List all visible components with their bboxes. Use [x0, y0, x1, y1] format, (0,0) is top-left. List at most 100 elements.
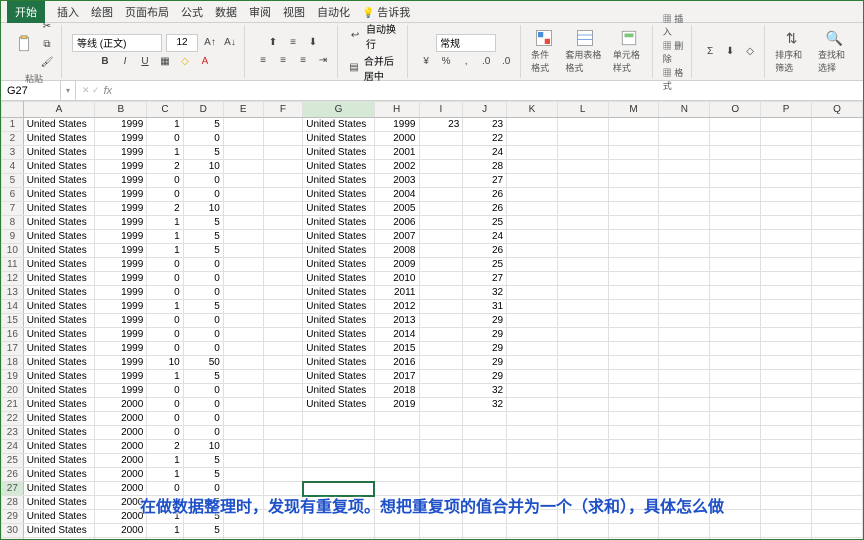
cell[interactable]: [710, 412, 761, 426]
cell[interactable]: [608, 314, 659, 328]
cell[interactable]: [507, 314, 558, 328]
cell[interactable]: [223, 510, 263, 524]
name-box-dropdown-icon[interactable]: ▾: [61, 86, 75, 95]
cell[interactable]: [263, 524, 303, 538]
cell[interactable]: 1999: [95, 370, 147, 384]
font-color-icon[interactable]: A: [197, 54, 213, 70]
cell[interactable]: [659, 216, 710, 230]
cell[interactable]: [659, 244, 710, 258]
cell[interactable]: [710, 314, 761, 328]
cell[interactable]: [659, 118, 710, 132]
cell[interactable]: 2: [147, 202, 183, 216]
cell[interactable]: [223, 146, 263, 160]
cell[interactable]: [811, 132, 862, 146]
cell[interactable]: [263, 412, 303, 426]
currency-icon[interactable]: ¥: [418, 54, 434, 70]
cell[interactable]: [710, 300, 761, 314]
cell[interactable]: 2015: [374, 342, 419, 356]
cell[interactable]: 10: [183, 202, 223, 216]
find-select-button[interactable]: 🔍查找和选择: [818, 30, 851, 74]
cell[interactable]: 2011: [374, 286, 419, 300]
cell[interactable]: [761, 496, 812, 510]
row-header[interactable]: 23: [2, 426, 24, 440]
cell[interactable]: [223, 468, 263, 482]
format-cells-button[interactable]: ▦ 格式: [663, 66, 685, 92]
cell[interactable]: [761, 300, 812, 314]
row-header[interactable]: 24: [2, 440, 24, 454]
cell[interactable]: 0: [183, 384, 223, 398]
clear-icon[interactable]: ◇: [742, 44, 758, 60]
font-name-select[interactable]: [72, 34, 162, 52]
cell[interactable]: [811, 510, 862, 524]
cell[interactable]: [263, 146, 303, 160]
indent-icon[interactable]: ⇥: [315, 53, 331, 69]
cell[interactable]: [608, 328, 659, 342]
cell[interactable]: [557, 412, 608, 426]
cell[interactable]: [223, 230, 263, 244]
cell[interactable]: [263, 244, 303, 258]
cell[interactable]: [557, 384, 608, 398]
cell[interactable]: [761, 160, 812, 174]
cell[interactable]: 1999: [95, 258, 147, 272]
delete-cells-button[interactable]: ▦ 删除: [663, 39, 685, 65]
col-header-F[interactable]: F: [263, 102, 303, 118]
cell[interactable]: [811, 118, 862, 132]
table-format-button[interactable]: 套用表格格式: [565, 29, 604, 74]
cell[interactable]: 5: [183, 496, 223, 510]
border-icon[interactable]: ▦: [157, 54, 173, 70]
cell[interactable]: [419, 440, 463, 454]
cell[interactable]: [659, 440, 710, 454]
cell[interactable]: United States: [303, 356, 375, 370]
cell[interactable]: 2018: [374, 384, 419, 398]
cell[interactable]: 5: [183, 244, 223, 258]
cell[interactable]: [223, 286, 263, 300]
cell[interactable]: [710, 356, 761, 370]
cell[interactable]: [463, 510, 507, 524]
cell[interactable]: 1999: [95, 188, 147, 202]
cell[interactable]: [811, 286, 862, 300]
cell[interactable]: [419, 510, 463, 524]
cell[interactable]: 1: [147, 510, 183, 524]
cell[interactable]: [507, 188, 558, 202]
cell[interactable]: 2000: [95, 524, 147, 538]
cell[interactable]: [374, 482, 419, 496]
cell[interactable]: [263, 174, 303, 188]
cell[interactable]: 1999: [95, 118, 147, 132]
menu-tab-4[interactable]: 公式: [181, 4, 203, 20]
cell[interactable]: 29: [463, 356, 507, 370]
cell[interactable]: [223, 314, 263, 328]
cell[interactable]: [608, 244, 659, 258]
cell[interactable]: [419, 384, 463, 398]
cell[interactable]: [761, 468, 812, 482]
cell[interactable]: 0: [147, 314, 183, 328]
merge-icon[interactable]: ▤: [348, 60, 360, 76]
cell[interactable]: 2013: [374, 314, 419, 328]
cell[interactable]: [223, 118, 263, 132]
cell[interactable]: [710, 118, 761, 132]
menu-tab-3[interactable]: 页面布局: [125, 4, 169, 20]
cell[interactable]: United States: [303, 314, 375, 328]
cell[interactable]: [507, 300, 558, 314]
cell[interactable]: United States: [303, 328, 375, 342]
cell[interactable]: [710, 132, 761, 146]
cell[interactable]: 2000: [95, 412, 147, 426]
cell[interactable]: [557, 216, 608, 230]
cell[interactable]: 0: [183, 426, 223, 440]
cell[interactable]: [507, 132, 558, 146]
cell[interactable]: [507, 426, 558, 440]
sort-filter-button[interactable]: ⇅排序和筛选: [775, 30, 808, 74]
cell[interactable]: [223, 202, 263, 216]
align-right-icon[interactable]: ≡: [295, 53, 311, 69]
cell[interactable]: [659, 300, 710, 314]
cell[interactable]: [608, 216, 659, 230]
row-header[interactable]: 29: [2, 510, 24, 524]
cell[interactable]: [659, 272, 710, 286]
cell[interactable]: United States: [23, 314, 95, 328]
cell[interactable]: [811, 384, 862, 398]
row-header[interactable]: 25: [2, 454, 24, 468]
align-top-icon[interactable]: ⬆: [265, 35, 281, 51]
cell[interactable]: [223, 272, 263, 286]
cell[interactable]: [608, 454, 659, 468]
cell[interactable]: [761, 272, 812, 286]
cell[interactable]: [374, 510, 419, 524]
